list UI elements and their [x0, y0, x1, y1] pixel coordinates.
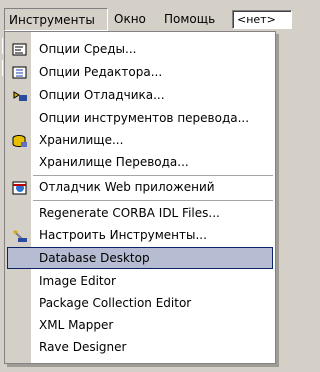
menu-item-editor-options[interactable]: Опции Редактора...	[7, 61, 273, 83]
debugger-options-icon	[12, 88, 28, 102]
menu-item-environment-options[interactable]: Опции Среды...	[7, 38, 273, 60]
environment-options-icon	[12, 42, 28, 56]
editor-options-icon	[12, 65, 28, 79]
menu-item-label: Хранилище Перевода...	[39, 155, 189, 169]
menu-tools[interactable]: Инструменты	[4, 8, 108, 31]
menu-item-label: Опции Среды...	[39, 42, 137, 56]
menu-item-label: Package Collection Editor	[39, 296, 192, 310]
target-combo[interactable]: <нет>	[232, 10, 292, 29]
menu-separator	[33, 200, 273, 201]
menu-item-package-collection-editor[interactable]: Package Collection Editor	[7, 292, 273, 314]
menu-help[interactable]: Помощь	[160, 8, 230, 31]
tools-dropdown-menu: Опции Среды... Опции Редактора... Опции …	[4, 31, 276, 364]
menu-item-label: Настроить Инструменты...	[39, 228, 207, 242]
menu-item-label: Database Desktop	[39, 251, 150, 265]
menu-item-translation-tools-options[interactable]: Опции инструментов перевода...	[7, 107, 273, 129]
web-debugger-icon	[12, 180, 28, 195]
menu-window[interactable]: Окно	[110, 8, 160, 31]
menu-item-label: Rave Designer	[39, 340, 127, 354]
menu-item-configure-tools[interactable]: Настроить Инструменты...	[7, 224, 273, 246]
configure-tools-icon	[12, 228, 28, 242]
menu-item-label: Опции Редактора...	[39, 65, 163, 79]
menu-item-label: Отладчик Web приложений	[39, 180, 215, 194]
menu-item-label: Хранилище...	[39, 133, 124, 147]
menu-bar: Инструменты Окно Помощь <нет>	[0, 0, 292, 31]
menu-item-label: XML Mapper	[39, 318, 114, 332]
menu-item-xml-mapper[interactable]: XML Mapper	[7, 314, 273, 336]
menu-item-rave-designer[interactable]: Rave Designer	[7, 336, 273, 358]
menu-item-label: Image Editor	[39, 274, 116, 288]
menu-item-database-desktop[interactable]: Database Desktop	[7, 247, 273, 269]
menu-item-label: Опции инструментов перевода...	[39, 111, 250, 125]
menu-item-web-app-debugger[interactable]: Отладчик Web приложений	[7, 176, 273, 198]
menu-item-regenerate-corba[interactable]: Regenerate CORBA IDL Files...	[7, 202, 273, 224]
repository-icon	[12, 133, 28, 148]
menu-item-debugger-options[interactable]: Опции Отладчика...	[7, 84, 273, 106]
menu-item-translation-repository[interactable]: Хранилище Перевода...	[7, 151, 273, 173]
menu-item-label: Regenerate CORBA IDL Files...	[39, 206, 220, 220]
menu-item-image-editor[interactable]: Image Editor	[7, 270, 273, 292]
menu-item-repository[interactable]: Хранилище...	[7, 129, 273, 151]
menu-item-label: Опции Отладчика...	[39, 88, 165, 102]
